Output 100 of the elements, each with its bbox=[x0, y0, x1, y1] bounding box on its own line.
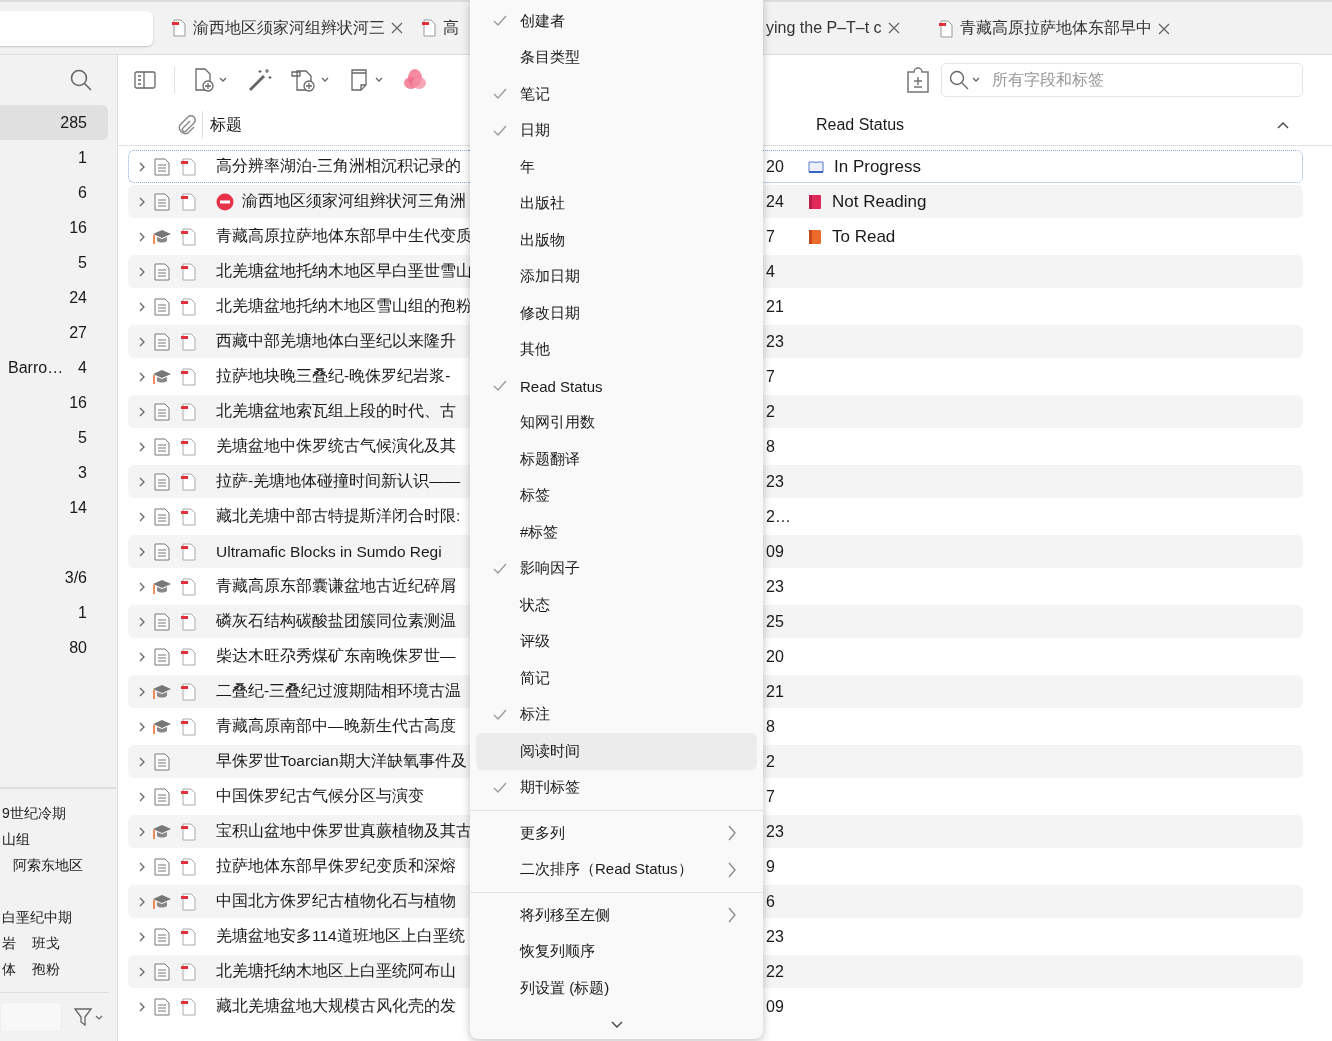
collection-item[interactable]: 6 bbox=[0, 175, 108, 210]
menu-item[interactable]: 年 bbox=[476, 149, 757, 186]
item-row[interactable]: 藏北羌塘中部古特提斯洋闭合时限: bbox=[128, 500, 470, 533]
expand-chevron-icon[interactable] bbox=[137, 790, 147, 803]
expand-chevron-icon[interactable] bbox=[137, 300, 147, 313]
item-row-details[interactable]: 7 bbox=[763, 360, 1303, 393]
sort-ascending-icon[interactable] bbox=[1277, 121, 1289, 129]
item-row[interactable]: Ultramafic Blocks in Sumdo Regi bbox=[128, 535, 470, 568]
search-field[interactable]: 所有字段和标签 bbox=[941, 63, 1303, 97]
item-row-details[interactable]: 23 bbox=[763, 325, 1303, 358]
pdf-icon[interactable] bbox=[180, 332, 196, 351]
pdf-icon[interactable] bbox=[180, 437, 196, 456]
item-row[interactable]: 羌塘盆地中侏罗统古气候演化及其 bbox=[128, 430, 470, 463]
menu-item[interactable]: 状态 bbox=[476, 587, 757, 624]
collection-item[interactable]: 14 bbox=[0, 490, 108, 525]
menu-item[interactable]: 笔记 bbox=[476, 76, 757, 113]
tag[interactable]: 阿索东地区 bbox=[13, 857, 83, 875]
tag[interactable]: 孢粉 bbox=[32, 961, 60, 979]
menu-item[interactable]: 二次排序（Read Status） bbox=[476, 851, 757, 888]
expand-chevron-icon[interactable] bbox=[137, 335, 147, 348]
item-row-details[interactable]: 21 bbox=[763, 290, 1303, 323]
close-icon[interactable] bbox=[391, 22, 403, 34]
expand-chevron-icon[interactable] bbox=[137, 160, 147, 173]
pdf-icon[interactable] bbox=[179, 227, 196, 246]
expand-chevron-icon[interactable] bbox=[137, 265, 147, 278]
item-row[interactable]: 青藏高原东部囊谦盆地古近纪碎屑 bbox=[128, 570, 470, 603]
pdf-icon[interactable] bbox=[180, 892, 196, 911]
pdf-icon[interactable] bbox=[180, 507, 196, 526]
new-item-icon[interactable] bbox=[193, 68, 229, 92]
close-icon[interactable] bbox=[1158, 22, 1170, 35]
item-row-details[interactable]: 2 bbox=[763, 745, 1303, 778]
collection-item[interactable]: 27 bbox=[0, 315, 108, 350]
menu-item[interactable]: 恢复列顺序 bbox=[476, 933, 757, 970]
pdf-icon[interactable] bbox=[180, 367, 196, 386]
collection-item[interactable]: Barro… 4 bbox=[0, 350, 108, 385]
expand-chevron-icon[interactable] bbox=[137, 860, 147, 873]
item-row[interactable]: 柴达木旺尕秀煤矿东南晚侏罗世— bbox=[128, 640, 470, 673]
item-row-details[interactable]: 09 bbox=[763, 535, 1303, 568]
menu-item[interactable]: 条目类型 bbox=[476, 39, 757, 76]
expand-chevron-icon[interactable] bbox=[137, 370, 147, 383]
item-row[interactable]: 藏北羌塘盆地大规模古风化壳的发 bbox=[128, 990, 470, 1023]
item-row-details[interactable]: 23 bbox=[763, 465, 1303, 498]
close-icon[interactable] bbox=[887, 22, 900, 34]
collection-item[interactable]: 1 bbox=[0, 595, 108, 630]
item-row-details[interactable]: 9 bbox=[763, 850, 1303, 883]
item-row[interactable]: 北羌塘盆地索瓦组上段的时代、古 bbox=[128, 395, 470, 428]
menu-item[interactable]: 知网引用数 bbox=[476, 404, 757, 441]
menu-item[interactable]: 影响因子 bbox=[476, 550, 757, 587]
item-row[interactable]: 拉萨地块晚三叠纪-晚侏罗纪岩浆- bbox=[128, 360, 470, 393]
collection-item[interactable]: 16 bbox=[0, 210, 108, 245]
pdf-icon[interactable] bbox=[180, 682, 196, 701]
expand-chevron-icon[interactable] bbox=[137, 230, 147, 243]
expand-chevron-icon[interactable] bbox=[137, 965, 147, 978]
petal-icon[interactable] bbox=[403, 68, 427, 92]
expand-chevron-icon[interactable] bbox=[137, 825, 147, 838]
pdf-icon[interactable] bbox=[180, 157, 196, 176]
item-row-details[interactable]: 4 bbox=[763, 255, 1303, 288]
tab[interactable]: 高 bbox=[421, 17, 459, 39]
menu-item[interactable]: 标题翻译 bbox=[476, 441, 757, 478]
item-row-details[interactable]: 2 bbox=[763, 395, 1303, 428]
menu-item[interactable]: 将列移至左侧 bbox=[476, 897, 757, 934]
item-row-details[interactable]: 2… bbox=[763, 500, 1303, 533]
item-row-details[interactable]: 23 bbox=[763, 570, 1303, 603]
tab[interactable]: 青藏高原拉萨地体东部早中 bbox=[938, 18, 1170, 39]
filter-icon[interactable] bbox=[74, 1007, 104, 1027]
item-row-details[interactable]: 09 bbox=[763, 990, 1303, 1023]
item-row[interactable]: 青藏高原拉萨地体东部早中生代变质 bbox=[128, 220, 470, 253]
pdf-icon[interactable] bbox=[180, 472, 196, 491]
pdf-icon[interactable] bbox=[179, 822, 196, 841]
collection-item[interactable]: 285 bbox=[0, 105, 108, 140]
collection-item[interactable]: 16 bbox=[0, 385, 108, 420]
tag[interactable]: 班戈 bbox=[32, 935, 60, 953]
item-row[interactable]: 中国北方侏罗纪古植物化石与植物 bbox=[128, 885, 470, 918]
tab[interactable]: ying the P–T–t c bbox=[766, 19, 900, 37]
item-row-details[interactable]: 6 bbox=[763, 885, 1303, 918]
item-row[interactable]: 中国侏罗纪古气候分区与演变 bbox=[128, 780, 470, 813]
expand-chevron-icon[interactable] bbox=[137, 615, 147, 628]
item-row[interactable]: 北羌塘托纳木地区上白垩统阿布山 bbox=[128, 955, 470, 988]
menu-item[interactable]: 出版物 bbox=[476, 222, 757, 259]
item-row[interactable]: 早侏罗世Toarcian期大洋缺氧事件及 bbox=[128, 745, 470, 778]
search-icon[interactable] bbox=[69, 68, 93, 92]
pdf-icon[interactable] bbox=[179, 262, 196, 281]
collection-item[interactable]: 5 bbox=[0, 245, 108, 280]
item-row[interactable]: 羌塘盆地安多114道班地区上白垩统 bbox=[128, 920, 470, 953]
pdf-icon[interactable] bbox=[180, 577, 196, 596]
item-row-details[interactable]: 8 bbox=[763, 710, 1303, 743]
item-row-details[interactable]: 7 To Read bbox=[763, 220, 1303, 253]
tab[interactable]: 渝西地区须家河组辫状河三 bbox=[171, 17, 403, 39]
menu-item[interactable]: #标签 bbox=[476, 514, 757, 551]
item-row-details[interactable]: 22 bbox=[763, 955, 1303, 988]
item-row[interactable]: 二叠纪-三叠纪过渡期陆相环境古温 bbox=[128, 675, 470, 708]
menu-item[interactable]: 其他 bbox=[476, 331, 757, 368]
menu-item[interactable]: 创建者 bbox=[476, 3, 757, 40]
menu-item[interactable]: 更多列 bbox=[476, 815, 757, 852]
collection-item[interactable]: 3 bbox=[0, 455, 108, 490]
menu-item[interactable]: 阅读时间 bbox=[476, 733, 757, 770]
item-row[interactable]: 渝西地区须家河组辫状河三角洲 bbox=[128, 185, 470, 218]
pdf-icon[interactable] bbox=[180, 717, 196, 736]
collection-item[interactable]: 5 bbox=[0, 420, 108, 455]
menu-item[interactable]: 标注 bbox=[476, 696, 757, 733]
